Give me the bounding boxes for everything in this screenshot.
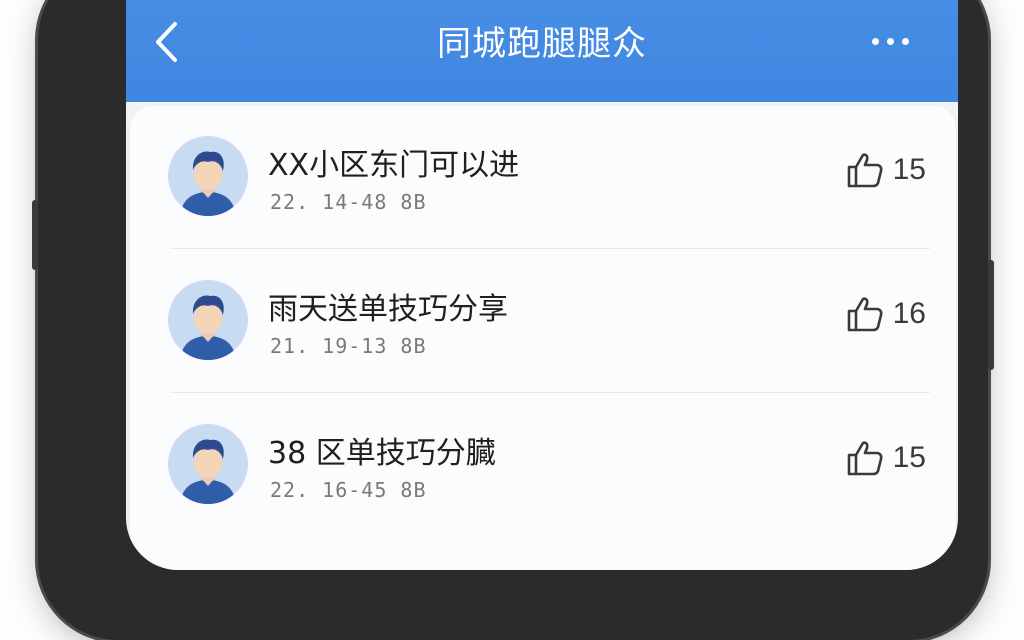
user-avatar-icon	[168, 136, 248, 216]
list-item[interactable]: XX小区东门可以进 22. 14-48 8B 15	[130, 106, 956, 246]
post-title: 38 区单技巧分臓	[268, 436, 496, 471]
more-dot	[886, 37, 894, 45]
post-title: XX小区东门可以进	[268, 148, 520, 183]
divider	[170, 392, 930, 393]
like-button[interactable]: 15	[845, 438, 926, 478]
like-count: 16	[892, 297, 926, 330]
phone-frame: 1040 同城跑腿腿众	[32, 0, 994, 640]
power-button	[988, 260, 994, 370]
like-count: 15	[892, 441, 926, 474]
more-button[interactable]	[858, 24, 922, 58]
post-time: 22. 16-45 8B	[270, 478, 427, 502]
thumbs-up-icon	[847, 441, 883, 476]
more-dot	[871, 37, 879, 45]
more-dot	[901, 37, 909, 45]
like-button[interactable]: 15	[845, 150, 926, 190]
avatar	[168, 280, 248, 360]
post-list: XX小区东门可以进 22. 14-48 8B 15 雨天送单技巧分享 21. 1…	[130, 106, 956, 570]
post-title: 雨天送单技巧分享	[268, 292, 508, 327]
app-screen: 1040 同城跑腿腿众	[126, 0, 958, 570]
page-title: 同城跑腿腿众	[437, 24, 647, 64]
post-time: 22. 14-48 8B	[270, 190, 427, 214]
divider	[170, 248, 930, 249]
avatar	[168, 136, 248, 216]
avatar	[168, 424, 248, 504]
post-time: 21. 19-13 8B	[270, 334, 427, 358]
user-avatar-icon	[168, 424, 248, 504]
user-avatar-icon	[168, 280, 248, 360]
thumbs-up-icon	[847, 153, 883, 188]
list-item[interactable]: 雨天送单技巧分享 21. 19-13 8B 16	[130, 250, 956, 390]
like-count: 15	[892, 153, 926, 186]
like-button[interactable]: 16	[845, 294, 926, 334]
thumbs-up-icon	[847, 297, 883, 332]
volume-button	[32, 200, 38, 270]
app-header: 1040 同城跑腿腿众	[126, 0, 958, 102]
list-item[interactable]: 38 区单技巧分臓 22. 16-45 8B 15	[130, 394, 956, 534]
